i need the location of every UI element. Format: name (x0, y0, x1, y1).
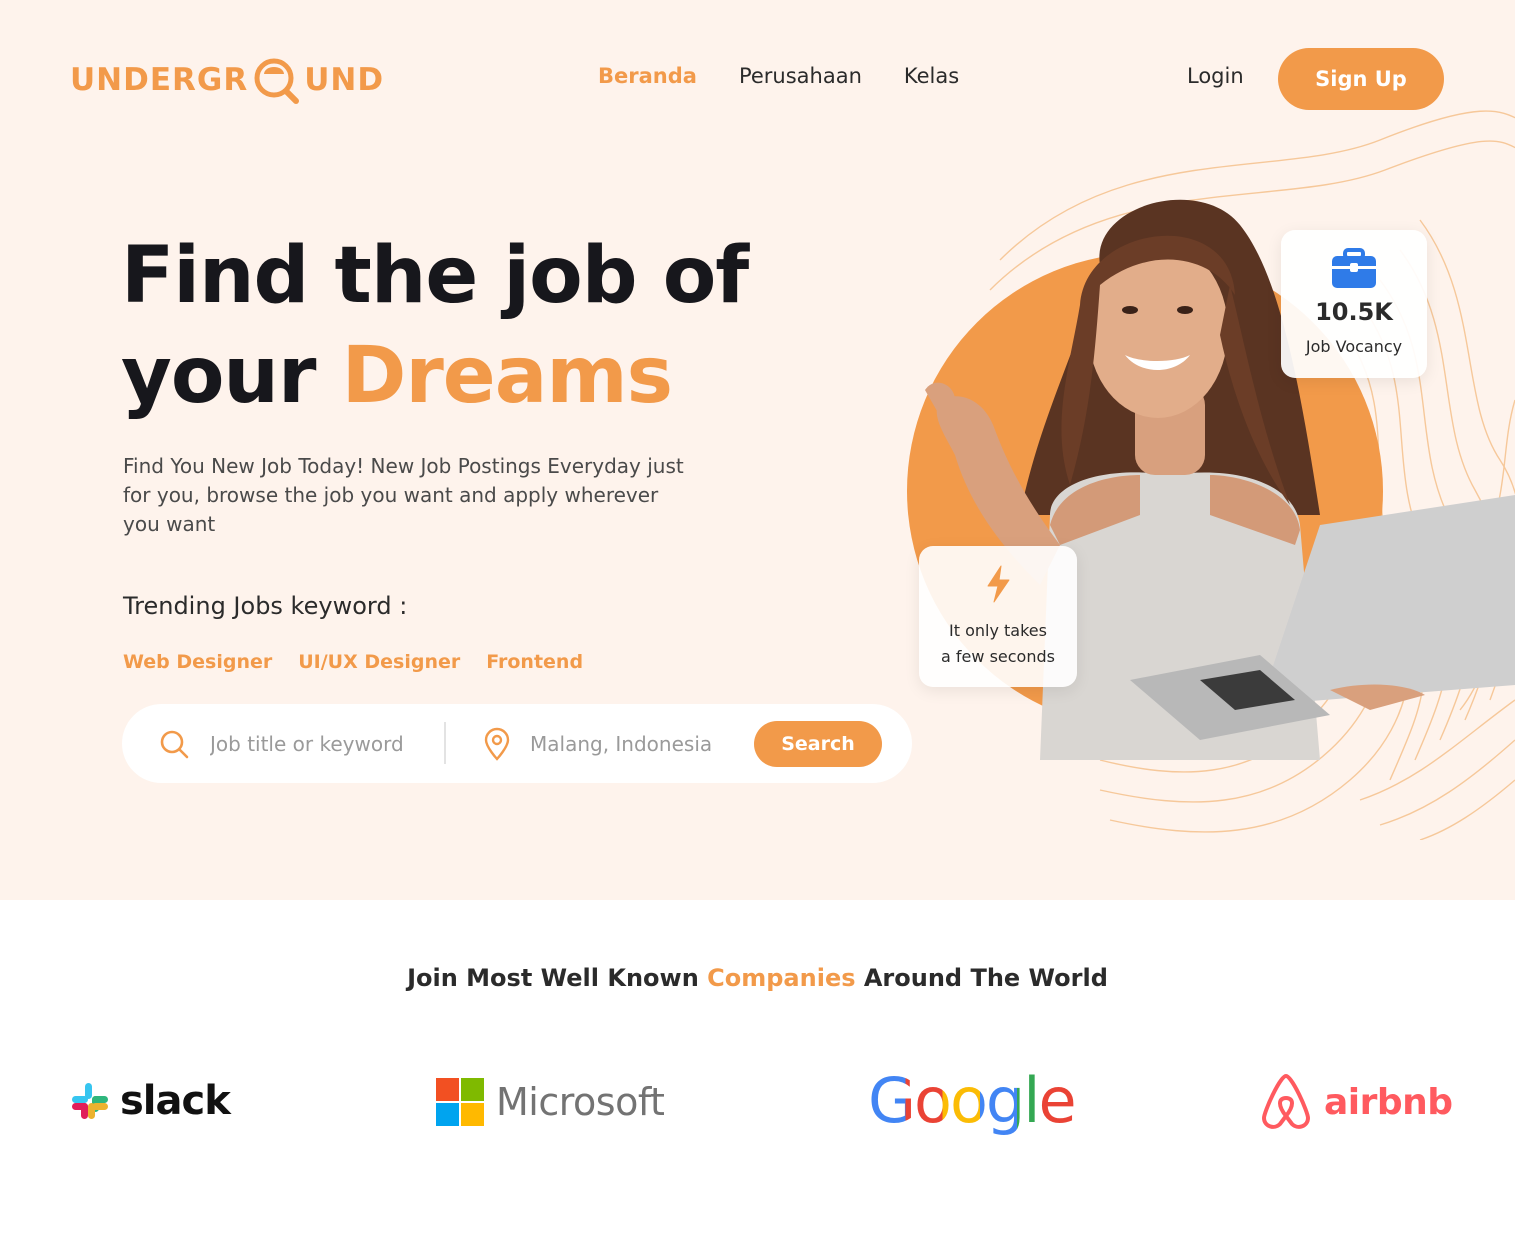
airbnb-logo-icon (1262, 1074, 1310, 1129)
login-link[interactable]: Login (1187, 64, 1244, 88)
hero-subtitle: Find You New Job Today! New Job Postings… (123, 454, 684, 536)
company-slack[interactable]: slack (70, 1078, 231, 1124)
slack-logo-icon (72, 1083, 108, 1119)
vacancy-label: Job Vocancy (1305, 337, 1403, 356)
trending-tags: Web Designer UI/UX Designer Frontend (123, 651, 583, 673)
fast-apply-card: It only takes a few seconds (919, 546, 1077, 687)
fast-apply-line-2: a few seconds (941, 647, 1055, 666)
magnifier-logo-icon (250, 56, 302, 104)
lightning-bolt-icon (987, 565, 1010, 603)
logo-text-suffix: UND (304, 62, 385, 98)
google-logo-letters: Google (868, 1064, 1077, 1137)
search-icon (160, 730, 189, 759)
trending-tag-web-designer[interactable]: Web Designer (123, 651, 272, 673)
company-name-microsoft: Microsoft (496, 1080, 665, 1124)
logo-text-prefix: UNDERGR (70, 62, 249, 98)
hero-headline: Find the job of your Dreams (121, 226, 749, 426)
briefcase-icon (1332, 248, 1376, 288)
nav-item-kelas[interactable]: Kelas (904, 64, 959, 88)
signup-button[interactable]: Sign Up (1278, 48, 1444, 110)
headline-line-1: Find the job of (121, 231, 749, 321)
trending-title: Trending Jobs keyword : (123, 592, 408, 620)
vacancy-count: 10.5K (1315, 298, 1393, 326)
microsoft-logo-icon (436, 1078, 484, 1126)
company-name-slack: slack (120, 1078, 231, 1124)
headline-plain: your (121, 331, 342, 421)
search-divider (444, 722, 446, 764)
hero-section: UNDERGR UND Beranda Perusahaan Kelas Log… (0, 0, 1515, 900)
trending-tag-frontend[interactable]: Frontend (486, 651, 583, 673)
companies-heading-plain-1: Join Most Well Known (407, 964, 708, 992)
company-airbnb[interactable]: airbnb (1258, 1072, 1453, 1132)
location-pin-icon (484, 727, 510, 761)
companies-heading-plain-2: Around The World (855, 964, 1108, 992)
company-google[interactable]: Google (868, 1064, 1077, 1137)
trending-tag-uiux-designer[interactable]: UI/UX Designer (298, 651, 460, 673)
fast-apply-line-1: It only takes (949, 621, 1047, 640)
company-microsoft[interactable]: Microsoft (436, 1078, 665, 1126)
companies-heading: Join Most Well Known Companies Around Th… (0, 964, 1515, 992)
main-nav: Beranda Perusahaan Kelas (598, 64, 959, 88)
company-name-google: Google (868, 1064, 1077, 1137)
companies-heading-accent: Companies (707, 964, 856, 992)
nav-item-beranda[interactable]: Beranda (598, 64, 697, 88)
fast-apply-text: It only takes a few seconds (925, 618, 1071, 670)
nav-item-perusahaan[interactable]: Perusahaan (739, 64, 862, 88)
company-name-airbnb: airbnb (1324, 1081, 1453, 1123)
job-vacancy-card: 10.5K Job Vocancy (1281, 230, 1427, 378)
headline-accent: Dreams (341, 331, 673, 421)
search-button[interactable]: Search (754, 721, 882, 767)
location-input[interactable] (530, 729, 740, 759)
headline-line-2: your Dreams (121, 326, 748, 426)
job-keyword-input[interactable] (210, 729, 435, 759)
brand-logo[interactable]: UNDERGR UND (70, 56, 384, 104)
